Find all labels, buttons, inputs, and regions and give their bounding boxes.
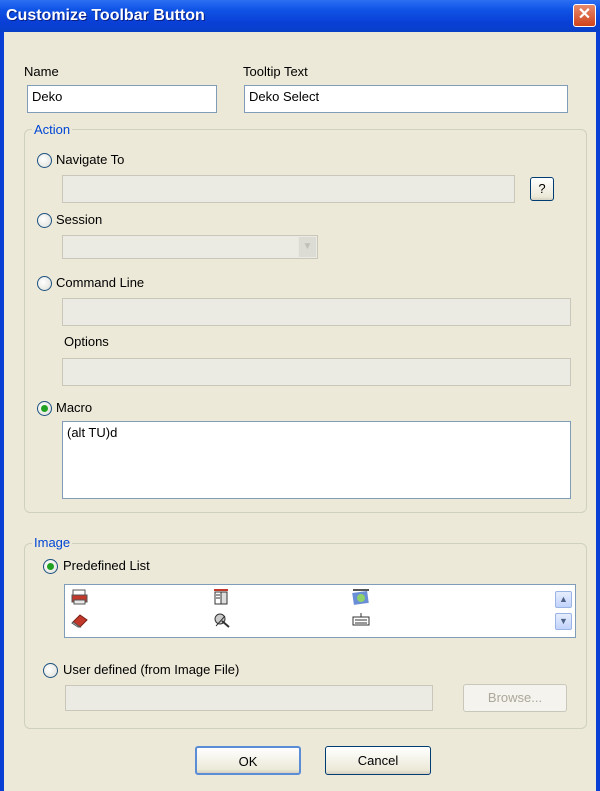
action-legend: Action [32, 122, 73, 137]
printer-icon[interactable] [71, 589, 89, 605]
book-icon[interactable] [213, 589, 231, 605]
options-label: Options [64, 334, 109, 349]
navigate-help-button[interactable]: ? [530, 177, 554, 201]
session-label: Session [56, 212, 103, 227]
navigate-to-radio[interactable] [37, 153, 52, 168]
user-defined-radio[interactable] [43, 663, 58, 678]
session-dropdown[interactable]: ▼ [62, 235, 318, 259]
options-input[interactable] [62, 358, 571, 386]
ok-button[interactable]: OK [195, 746, 301, 775]
radio-selected-dot [47, 563, 54, 570]
chevron-up-icon: ▲ [559, 594, 568, 604]
globe-icon[interactable] [352, 589, 370, 605]
predefined-list-radio[interactable] [43, 559, 58, 574]
cancel-button[interactable]: Cancel [325, 746, 431, 775]
scroll-down-button[interactable]: ▼ [555, 613, 572, 630]
predefined-list-label: Predefined List [63, 558, 150, 573]
scroll-up-button[interactable]: ▲ [555, 591, 572, 608]
dialog-window: Customize Toolbar Button ✕ Name Deko Too… [0, 0, 600, 791]
name-label: Name [24, 64, 59, 79]
window-title: Customize Toolbar Button [6, 7, 205, 24]
chevron-down-icon: ▼ [559, 616, 568, 626]
macro-label: Macro [56, 400, 93, 415]
radio-selected-dot [41, 405, 48, 412]
navigate-to-label: Navigate To [56, 152, 125, 167]
close-icon: ✕ [577, 6, 592, 23]
chevron-down-icon[interactable]: ▼ [298, 237, 316, 257]
navigate-to-input[interactable] [62, 175, 515, 203]
predefined-icon-list[interactable]: ▲ ▼ [64, 584, 576, 638]
keyboard-icon[interactable] [352, 612, 370, 628]
session-radio[interactable] [37, 213, 52, 228]
command-line-label: Command Line [56, 275, 145, 290]
tooltip-label: Tooltip Text [243, 64, 308, 79]
macro-textarea[interactable]: (alt TU)d [62, 421, 571, 499]
browse-button[interactable]: Browse... [463, 684, 567, 712]
user-defined-label: User defined (from Image File) [63, 662, 240, 677]
eraser-icon[interactable] [71, 612, 89, 628]
title-bar[interactable]: Customize Toolbar Button ✕ [0, 0, 600, 32]
command-line-radio[interactable] [37, 276, 52, 291]
close-button[interactable]: ✕ [573, 4, 596, 27]
help-icon: ? [538, 181, 546, 196]
satellite-icon[interactable] [213, 612, 231, 628]
name-input[interactable]: Deko [27, 85, 217, 113]
macro-radio[interactable] [37, 401, 52, 416]
image-legend: Image [32, 535, 73, 550]
image-file-input[interactable] [65, 685, 433, 711]
command-line-input[interactable] [62, 298, 571, 326]
dialog-body: Name Deko Tooltip Text Deko Select Actio… [4, 32, 596, 791]
tooltip-input[interactable]: Deko Select [244, 85, 568, 113]
